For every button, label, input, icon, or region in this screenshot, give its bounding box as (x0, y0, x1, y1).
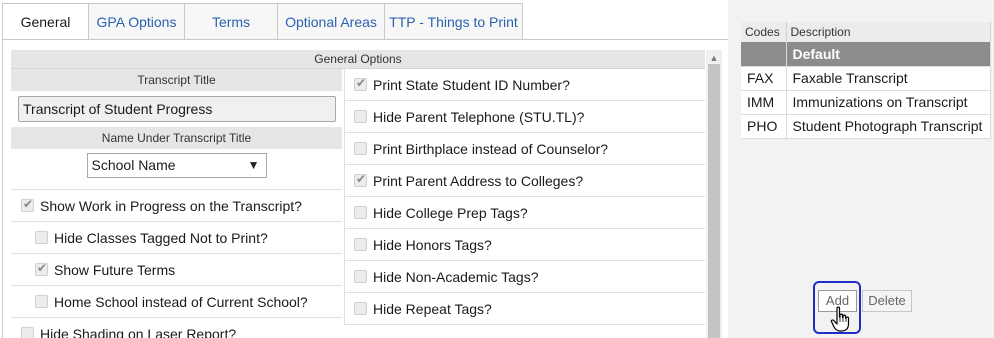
column-header-codes: Codes (741, 22, 787, 42)
checkbox-show-future-terms[interactable] (35, 261, 48, 276)
codes-table-header: Codes Description (741, 22, 991, 42)
code-cell: PHO (741, 114, 787, 139)
tab-optional-areas[interactable]: Optional Areas (278, 3, 385, 40)
table-row-pho[interactable]: PHO Student Photograph Transcript (741, 114, 991, 139)
checkbox-print-state-id[interactable] (354, 76, 367, 91)
checkbox-label: Hide College Prep Tags? (373, 204, 528, 221)
show-future-terms-row[interactable]: Show Future Terms (11, 254, 342, 286)
description-cell: Student Photograph Transcript (786, 114, 991, 139)
hide-repeat-row[interactable]: Hide Repeat Tags? (345, 293, 705, 325)
checkbox-label: Hide Shading on Laser Report? (40, 325, 237, 338)
dropdown-arrow-icon: ▼ (247, 158, 260, 172)
checkbox-label: Show Future Terms (54, 261, 176, 278)
hide-classes-not-to-print-row[interactable]: Hide Classes Tagged Not to Print? (11, 222, 342, 254)
scroll-up-arrow-icon[interactable]: ▲ (706, 52, 722, 64)
print-state-id-row[interactable]: Print State Student ID Number? (345, 69, 705, 101)
scrollbar-thumb[interactable] (708, 64, 720, 338)
left-options-column: Transcript Title Transcript of Student P… (11, 69, 342, 338)
transcript-title-label: Transcript Title (11, 69, 342, 91)
tab-gpa-options[interactable]: GPA Options (89, 3, 185, 40)
checkbox-label: Print Parent Address to Colleges? (373, 172, 584, 189)
checkbox-hide-shading[interactable] (21, 327, 34, 338)
description-cell: Faxable Transcript (786, 66, 991, 91)
name-under-select-wrap: School Name ▼ (11, 153, 342, 189)
name-under-title-label: Name Under Transcript Title (11, 127, 342, 149)
tab-terms[interactable]: Terms (185, 3, 278, 40)
checkbox-label: Home School instead of Current School? (54, 293, 308, 310)
hand-cursor-icon (830, 306, 850, 332)
checkbox-hide-non-academic[interactable] (354, 270, 367, 283)
code-cell (741, 42, 787, 67)
table-row-imm[interactable]: IMM Immunizations on Transcript (741, 90, 991, 115)
checkbox-hide-honors[interactable] (354, 238, 367, 251)
checkbox-label: Hide Parent Telephone (STU.TL)? (373, 108, 585, 125)
delete-button[interactable]: Delete (862, 290, 912, 312)
table-row-default[interactable]: Default (741, 42, 991, 67)
description-cell: Default (786, 42, 991, 67)
checkbox-hide-college-prep[interactable] (354, 206, 367, 219)
general-options-header: General Options (11, 50, 705, 69)
print-parent-address-row[interactable]: Print Parent Address to Colleges? (345, 165, 705, 197)
codes-table: Codes Description Default FAX Faxable Tr… (741, 22, 991, 139)
code-cell: IMM (741, 90, 787, 115)
checkbox-label: Hide Non-Academic Tags? (373, 268, 539, 285)
transcript-title-input[interactable]: Transcript of Student Progress (18, 96, 336, 122)
table-row-fax[interactable]: FAX Faxable Transcript (741, 66, 991, 91)
description-cell: Immunizations on Transcript (786, 90, 991, 115)
name-under-title-select[interactable]: School Name ▼ (86, 153, 267, 178)
hide-parent-telephone-row[interactable]: Hide Parent Telephone (STU.TL)? (345, 101, 705, 133)
name-under-title-value: School Name (91, 157, 176, 173)
checkbox-label: Print Birthplace instead of Counselor? (373, 140, 609, 157)
checkbox-label: Show Work in Progress on the Transcript? (40, 197, 302, 214)
checkbox-label: Hide Classes Tagged Not to Print? (54, 229, 268, 246)
tab-general[interactable]: General (2, 3, 89, 40)
checkbox-hide-classes-not-to-print[interactable] (35, 231, 48, 244)
tab-things-to-print[interactable]: TTP - Things to Print (385, 3, 523, 40)
checkbox-print-birthplace[interactable] (354, 142, 367, 155)
tab-bar: General GPA Options Terms Optional Areas… (2, 3, 523, 40)
checkbox-label: Print State Student ID Number? (373, 76, 570, 93)
right-options-column: Print State Student ID Number? Hide Pare… (344, 69, 705, 325)
hide-shading-row[interactable]: Hide Shading on Laser Report? (11, 318, 342, 338)
hide-honors-row[interactable]: Hide Honors Tags? (345, 229, 705, 261)
checkbox-show-work-in-progress[interactable] (21, 197, 34, 212)
hide-non-academic-row[interactable]: Hide Non-Academic Tags? (345, 261, 705, 293)
home-school-row[interactable]: Home School instead of Current School? (11, 286, 342, 318)
checkbox-hide-parent-telephone[interactable] (354, 110, 367, 123)
print-birthplace-row[interactable]: Print Birthplace instead of Counselor? (345, 133, 705, 165)
show-work-in-progress-row[interactable]: Show Work in Progress on the Transcript? (11, 190, 342, 222)
checkbox-home-school[interactable] (35, 295, 48, 308)
checkbox-label: Hide Repeat Tags? (373, 300, 492, 317)
checkbox-label: Hide Honors Tags? (373, 236, 492, 253)
hide-college-prep-row[interactable]: Hide College Prep Tags? (345, 197, 705, 229)
checkbox-print-parent-address[interactable] (354, 172, 367, 187)
column-header-description: Description (786, 22, 991, 42)
checkbox-hide-repeat[interactable] (354, 302, 367, 315)
code-cell: FAX (741, 66, 787, 91)
